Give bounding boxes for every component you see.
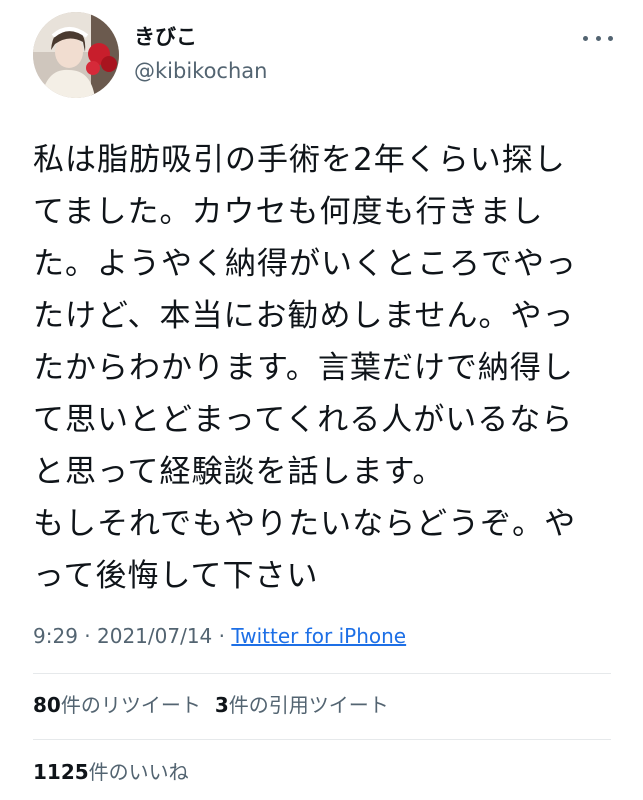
tweet-meta: 9:29 · 2021/07/14 · Twitter for iPhone [33, 622, 406, 650]
tweet-line: てました。カウセも何度も行きまし [33, 194, 544, 230]
likes-stats: 1125件のいいね [33, 758, 189, 786]
divider [33, 739, 611, 740]
dot [608, 35, 613, 41]
tweet-line: て思いとどまってくれる人がいるなら [33, 402, 574, 438]
tweet-header: きびこ @kibikochan [0, 0, 643, 110]
tweet-line: と思って経験談を話します。 [33, 454, 445, 490]
quotes-label: 件の引用ツイート [228, 693, 389, 717]
more-horizontal-icon[interactable] [583, 28, 613, 48]
source-link[interactable]: Twitter for iPhone [231, 624, 406, 648]
tweet-line: たからわかります。言葉だけで納得し [33, 350, 574, 386]
tweet-date[interactable]: 2021/07/14 [97, 624, 212, 648]
meta-separator: · [218, 624, 225, 648]
dot [595, 35, 601, 41]
tweet-line: 私は脂肪吸引の手術を2年くらい探し [33, 142, 566, 178]
user-handle[interactable]: @kibikochan [134, 58, 267, 84]
retweets-count: 80 [33, 693, 61, 717]
quotes-count: 3 [214, 693, 229, 717]
tweet-line: もしそれでもやりたいならどうぞ。や [33, 506, 577, 542]
dot [583, 35, 588, 41]
retweets-stat[interactable]: 80件のリツイート [33, 693, 201, 717]
divider [33, 673, 611, 674]
tweet-line: たけど、本当にお勧めしません。やっ [33, 298, 575, 334]
likes-stat[interactable]: 1125件のいいね [33, 760, 189, 784]
avatar[interactable] [33, 12, 119, 98]
avatar-image [33, 12, 119, 98]
tweet-line: た。ようやく納得がいくところでやっ [33, 246, 577, 282]
tweet-text: 私は脂肪吸引の手術を2年くらい探し てました。カウセも何度も行きまし た。ようや… [33, 134, 611, 602]
tweet-line: って後悔して下さい [33, 558, 319, 594]
likes-label: 件のいいね [88, 760, 189, 784]
display-name[interactable]: きびこ [134, 24, 197, 50]
retweets-label: 件のリツイート [60, 693, 201, 717]
meta-separator: · [84, 624, 91, 648]
likes-count: 1125 [33, 760, 89, 784]
tweet-time[interactable]: 9:29 [33, 624, 78, 648]
quotes-stat[interactable]: 3件の引用ツイート [215, 693, 389, 717]
engagement-stats: 80件のリツイート 3件の引用ツイート [33, 691, 389, 719]
